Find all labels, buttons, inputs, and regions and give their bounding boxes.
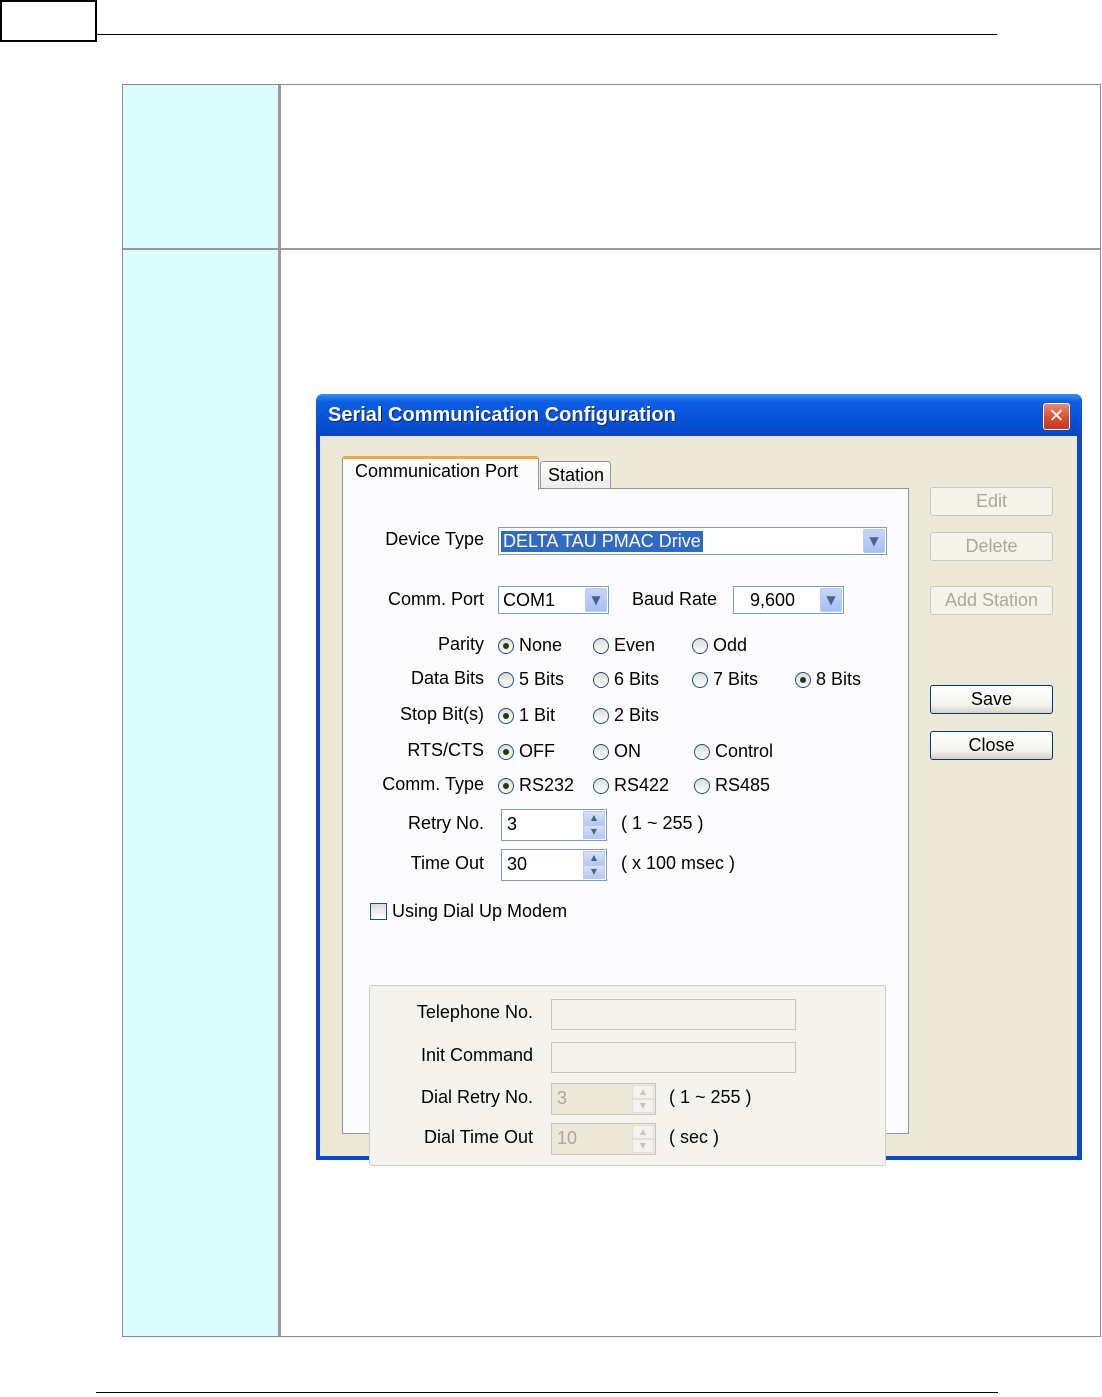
init-command-label: Init Command (420, 1045, 533, 1065)
tab-station[interactable]: Station (540, 461, 611, 490)
page-number-box (0, 0, 97, 42)
table-column-divider (278, 85, 281, 1336)
delete-button[interactable]: Delete (930, 532, 1053, 561)
radio-label: 8 Bits (816, 669, 862, 689)
dial-up-group: Telephone No. Init Command Dial Retry No… (369, 985, 886, 1166)
footer-rule (96, 1392, 998, 1393)
dialog-title: Serial Communication Configuration (328, 404, 676, 426)
device-type-select[interactable]: DELTA TAU PMAC Drive ▼ (498, 527, 887, 555)
radio-label: RS232 (519, 775, 575, 795)
retry-no-value: 3 (507, 814, 518, 834)
edit-button[interactable]: Edit (930, 487, 1053, 516)
radio-label: OFF (519, 741, 555, 761)
init-command-input[interactable] (551, 1042, 796, 1073)
radio-label: RS485 (715, 775, 771, 795)
spin-down-icon[interactable]: ▼ (632, 1099, 654, 1113)
dial-timeout-hint: ( sec ) (669, 1127, 720, 1147)
communication-port-panel: Device Type DELTA TAU PMAC Drive ▼ Comm.… (342, 488, 909, 1166)
radio-selected-icon (498, 638, 514, 654)
radio-label: 5 Bits (519, 669, 565, 689)
radio-icon (593, 672, 609, 688)
time-out-label: Time Out (410, 853, 484, 873)
close-icon[interactable]: ✕ (1043, 403, 1070, 430)
radio-label: Control (715, 741, 774, 761)
radio-icon (694, 744, 710, 760)
dialog-client-area: Communication Port Station Device Type D… (320, 436, 1077, 1166)
spin-down-icon[interactable]: ▼ (632, 1139, 654, 1153)
retry-no-hint: ( 1 ~ 255 ) (621, 813, 704, 833)
radio-icon (692, 638, 708, 654)
radio-selected-icon (498, 778, 514, 794)
radio-selected-icon (498, 708, 514, 724)
table-row-divider (123, 248, 1100, 250)
dial-retry-spinner[interactable]: 3 ▲ ▼ (551, 1083, 656, 1115)
rts-cts-label: RTS/CTS (407, 740, 484, 760)
radio-selected-icon (795, 672, 811, 688)
parity-label: Parity (437, 634, 484, 654)
radio-icon (593, 778, 609, 794)
telephone-label: Telephone No. (416, 1002, 533, 1022)
telephone-input[interactable] (551, 999, 796, 1030)
radio-icon (692, 672, 708, 688)
radio-selected-icon (498, 744, 514, 760)
radio-label: RS422 (614, 775, 670, 795)
dial-timeout-value: 10 (557, 1128, 578, 1148)
close-button[interactable]: Close (930, 731, 1053, 760)
radio-label: 7 Bits (713, 669, 759, 689)
data-bits-label: Data Bits (410, 668, 484, 688)
radio-icon (593, 708, 609, 724)
radio-label: Odd (713, 635, 748, 655)
dial-retry-value: 3 (557, 1088, 568, 1108)
chevron-down-icon[interactable]: ▼ (863, 529, 885, 553)
dial-up-modem-checkbox[interactable] (370, 903, 387, 920)
baud-rate-select[interactable]: 9,600 ▼ (733, 586, 844, 614)
radio-icon (694, 778, 710, 794)
dialog-title-bar[interactable]: Serial Communication Configuration ✕ (316, 394, 1082, 436)
dial-retry-hint: ( 1 ~ 255 ) (669, 1087, 752, 1107)
time-out-spinner[interactable]: 30 ▲ ▼ (501, 849, 607, 881)
chevron-down-icon[interactable]: ▼ (585, 588, 607, 612)
save-button[interactable]: Save (930, 685, 1053, 714)
spin-down-icon[interactable]: ▼ (583, 825, 605, 839)
radio-label: None (519, 635, 563, 655)
dial-timeout-spinner[interactable]: 10 ▲ ▼ (551, 1123, 656, 1155)
radio-icon (593, 638, 609, 654)
spin-up-icon[interactable]: ▲ (583, 811, 605, 825)
dial-up-modem-label[interactable]: Using Dial Up Modem (392, 901, 567, 922)
radio-icon (498, 672, 514, 688)
dial-timeout-label: Dial Time Out (423, 1127, 533, 1147)
radio-label: ON (614, 741, 641, 761)
retry-no-label: Retry No. (407, 813, 484, 833)
comm-port-label: Comm. Port (387, 589, 484, 609)
radio-label: 1 Bit (519, 705, 556, 725)
stop-bits-label: Stop Bit(s) (399, 704, 484, 724)
radio-label: 2 Bits (614, 705, 660, 725)
header-rule (97, 34, 997, 35)
dial-retry-label: Dial Retry No. (420, 1087, 533, 1107)
time-out-hint: ( x 100 msec ) (621, 853, 736, 873)
add-station-button[interactable]: Add Station (930, 586, 1053, 615)
spin-up-icon[interactable]: ▲ (632, 1125, 654, 1139)
serial-config-dialog: Serial Communication Configuration ✕ Com… (316, 394, 1082, 1166)
baud-rate-label: Baud Rate (632, 589, 718, 609)
device-type-label: Device Type (385, 529, 484, 549)
tab-communication-port[interactable]: Communication Port (342, 456, 539, 490)
spin-up-icon[interactable]: ▲ (632, 1085, 654, 1099)
radio-label: Even (614, 635, 656, 655)
spin-down-icon[interactable]: ▼ (583, 865, 605, 879)
comm-type-label: Comm. Type (382, 774, 484, 794)
spin-up-icon[interactable]: ▲ (583, 851, 605, 865)
comm-port-value: COM1 (503, 590, 556, 610)
chevron-down-icon[interactable]: ▼ (820, 588, 842, 612)
retry-no-spinner[interactable]: 3 ▲ ▼ (501, 809, 607, 841)
radio-label: 6 Bits (614, 669, 660, 689)
radio-icon (593, 744, 609, 760)
time-out-value: 30 (507, 854, 528, 874)
baud-rate-value: 9,600 (750, 590, 796, 610)
table-label-column (123, 85, 278, 1336)
device-type-value: DELTA TAU PMAC Drive (501, 531, 703, 552)
comm-port-select[interactable]: COM1 ▼ (498, 586, 609, 614)
